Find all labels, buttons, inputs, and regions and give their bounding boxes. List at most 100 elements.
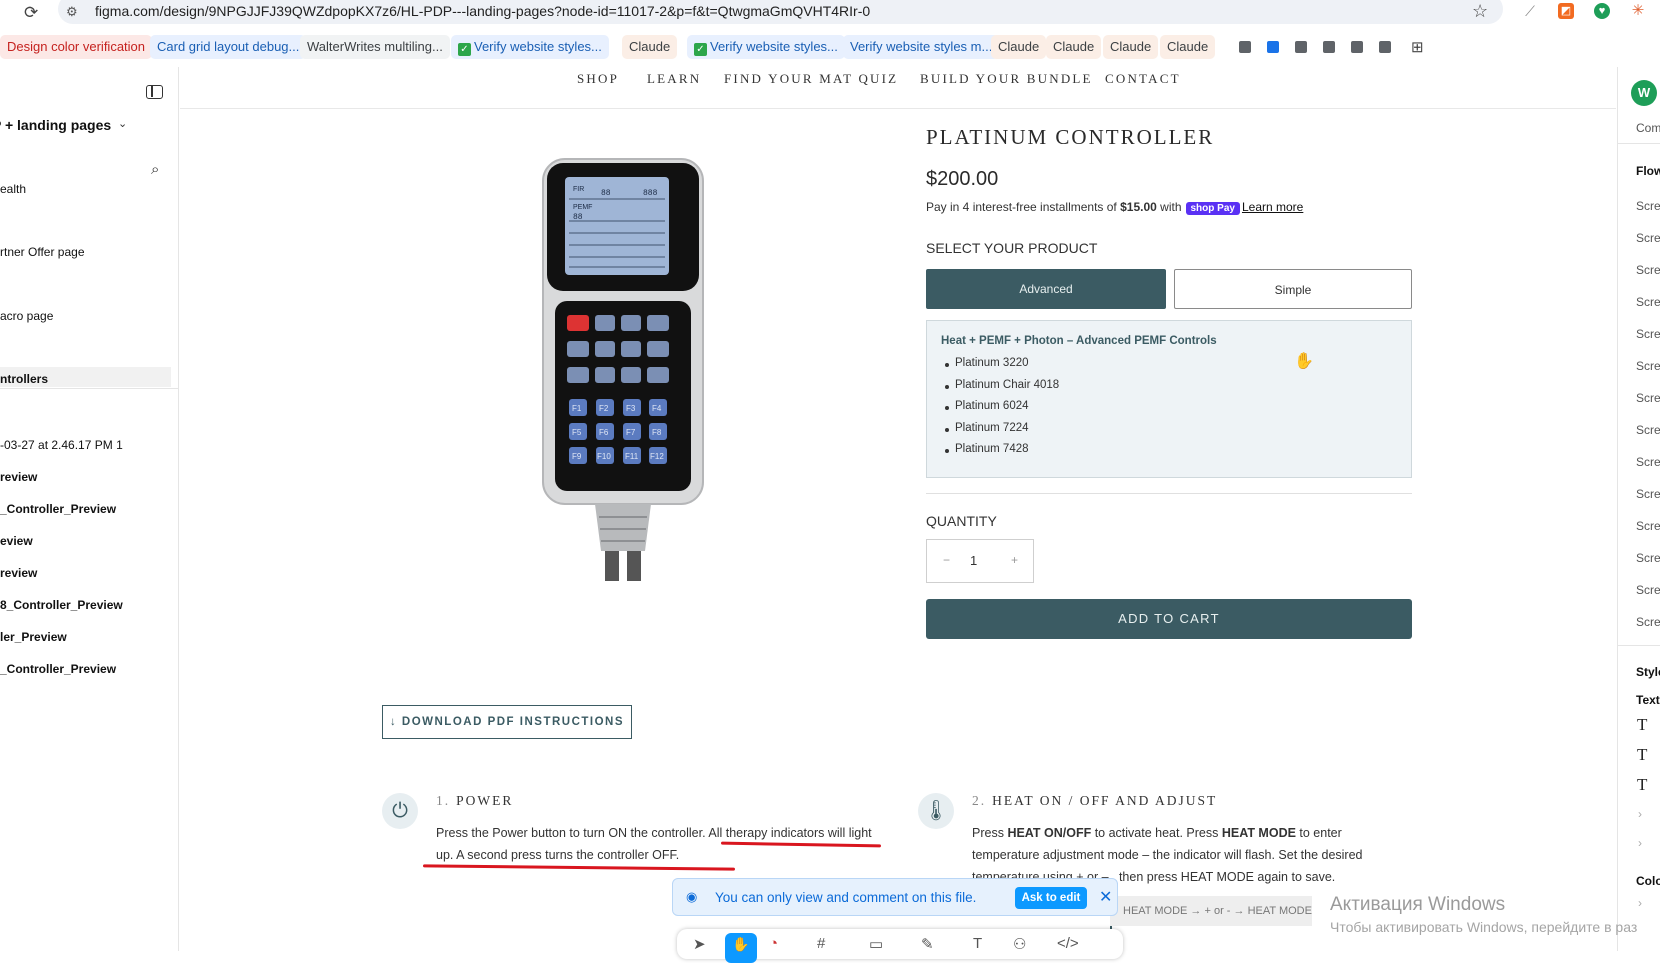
search-icon[interactable]: ⌕ xyxy=(151,161,159,178)
chevron-right-icon[interactable]: › xyxy=(1638,807,1642,821)
bookmark-item[interactable]: Claude xyxy=(1046,35,1102,59)
flow-screen-item[interactable]: Scre xyxy=(1636,583,1660,597)
flow-screen-item[interactable]: Scre xyxy=(1636,327,1660,341)
bookmark-item[interactable]: Claude xyxy=(1103,35,1159,59)
page-title[interactable]: P + landing pages xyxy=(0,117,111,133)
text-style-icon[interactable]: T xyxy=(1637,745,1647,765)
bookmark-item[interactable]: Verify website styles m... xyxy=(843,35,1000,59)
apps-grid-icon[interactable]: ⊞ xyxy=(1411,38,1424,56)
bookmark-item[interactable]: ✓ Verify website styles... xyxy=(687,35,845,59)
layer-item[interactable]: eview xyxy=(0,534,33,548)
svg-text:F8: F8 xyxy=(652,428,662,437)
flow-screen-item[interactable]: Scre xyxy=(1636,455,1660,469)
flow-screen-item[interactable]: Scre xyxy=(1636,551,1660,565)
hand-tool-icon[interactable]: ✋ xyxy=(725,933,757,963)
url-text[interactable]: figma.com/design/9NPGJJFJ39QWZdpopKX7z6/… xyxy=(95,3,870,19)
quantity-stepper[interactable]: − 1 + xyxy=(926,539,1034,583)
quantity-minus-button[interactable]: − xyxy=(943,553,950,567)
site-settings-icon[interactable]: ⚙ xyxy=(66,4,82,20)
learn-more-link[interactable]: Learn more xyxy=(1242,200,1303,214)
layer-item[interactable]: ntrollers xyxy=(0,372,48,386)
bookmark-icon[interactable] xyxy=(1379,41,1391,53)
bookmark-icon[interactable] xyxy=(1351,41,1363,53)
svg-text:F11: F11 xyxy=(625,452,639,461)
move-tool-icon[interactable]: ➤ xyxy=(693,935,706,953)
layer-item[interactable]: _Controller_Preview xyxy=(0,662,116,676)
option-advanced-button[interactable]: Advanced xyxy=(926,269,1166,309)
quantity-value[interactable]: 1 xyxy=(970,553,977,568)
add-to-cart-button[interactable]: ADD TO CART xyxy=(926,599,1412,639)
installments-with: with xyxy=(1160,200,1182,214)
quantity-plus-button[interactable]: + xyxy=(1011,553,1018,567)
flow-screen-item[interactable]: Scre xyxy=(1636,519,1660,533)
extension-icon[interactable]: ♥ xyxy=(1594,3,1610,19)
bookmark-item[interactable]: ✓ Verify website styles... xyxy=(451,35,609,59)
layer-item[interactable]: review xyxy=(0,470,37,484)
bookmark-icon[interactable] xyxy=(1323,41,1335,53)
dev-mode-icon[interactable]: </> xyxy=(1057,935,1079,952)
design-canvas[interactable]: SHOP LEARN FIND YOUR MAT QUIZ BUILD YOUR… xyxy=(180,67,1616,951)
extension-icon[interactable]: ⟋ xyxy=(1522,3,1538,19)
nav-contact[interactable]: CONTACT xyxy=(1105,71,1181,87)
flow-screen-item[interactable]: Scre xyxy=(1636,231,1660,245)
text-tool-icon[interactable]: T xyxy=(973,935,982,952)
extension-icon[interactable]: ◩ xyxy=(1558,3,1574,19)
nav-quiz[interactable]: FIND YOUR MAT QUIZ xyxy=(724,71,898,87)
layer-item[interactable]: acro page xyxy=(0,309,53,323)
flow-screen-item[interactable]: Scre xyxy=(1636,263,1660,277)
nav-learn[interactable]: LEARN xyxy=(647,71,701,87)
bookmark-item[interactable]: Design color verification xyxy=(0,35,153,59)
layer-item[interactable]: ealth xyxy=(0,182,26,196)
bookmark-item[interactable]: Claude xyxy=(991,35,1047,59)
installments-text: Pay in 4 interest-free installments of $… xyxy=(926,200,1303,215)
chevron-right-icon[interactable]: › xyxy=(1638,836,1642,850)
svg-text:888: 888 xyxy=(643,189,658,198)
flow-screen-item[interactable]: Scre xyxy=(1636,423,1660,437)
shape-tool-icon[interactable]: ▭ xyxy=(869,935,883,953)
reload-icon[interactable]: ⟳ xyxy=(24,3,42,22)
extension-icon[interactable]: ✳ xyxy=(1630,3,1646,19)
flow-screen-item[interactable]: Scre xyxy=(1636,615,1660,629)
bookmark-star-icon[interactable]: ☆ xyxy=(1472,1,1488,22)
properties-panel: W Com Flow Scre Scre Scre Scre Scre Scre Scre S… xyxy=(1617,67,1660,951)
chevron-right-icon[interactable]: › xyxy=(1638,896,1642,910)
site-nav: SHOP LEARN FIND YOUR MAT QUIZ BUILD YOUR… xyxy=(180,67,1616,109)
shop-pay-badge: shop Pay xyxy=(1185,202,1240,215)
layer-item[interactable]: 8_Controller_Preview xyxy=(0,598,123,612)
ask-to-edit-button[interactable]: Ask to edit xyxy=(1015,887,1087,909)
layer-item[interactable]: rtner Offer page xyxy=(0,245,85,259)
flow-screen-item[interactable]: Scre xyxy=(1636,295,1660,309)
download-pdf-button[interactable]: ↓ DOWNLOAD PDF INSTRUCTIONS xyxy=(382,705,632,739)
chevron-down-icon[interactable]: ⌄ xyxy=(118,117,127,130)
avatar[interactable]: W xyxy=(1631,80,1657,106)
sidebar-toggle-icon[interactable] xyxy=(146,85,163,99)
bookmark-label: Verify website styles m... xyxy=(850,39,993,54)
text-style-icon[interactable]: T xyxy=(1637,775,1647,795)
bookmark-icon[interactable] xyxy=(1267,41,1279,53)
flow-screen-item[interactable]: Scre xyxy=(1636,359,1660,373)
bookmark-icon[interactable] xyxy=(1239,41,1251,53)
frame-tool-icon[interactable]: # xyxy=(817,935,825,952)
flow-screen-item[interactable]: Scre xyxy=(1636,199,1660,213)
nav-shop[interactable]: SHOP xyxy=(577,71,619,87)
layer-item[interactable]: review xyxy=(0,566,37,580)
bookmark-item[interactable]: Claude xyxy=(1160,35,1216,59)
layer-item[interactable]: -03-27 at 2.46.17 PM 1 xyxy=(0,438,123,452)
close-icon[interactable]: ✕ xyxy=(1099,887,1112,907)
comment-tool-icon[interactable]: ◔ xyxy=(769,935,778,952)
bookmark-item[interactable]: Card grid layout debug... xyxy=(150,35,307,59)
bookmark-item[interactable]: Claude xyxy=(622,35,678,59)
flow-screen-item[interactable]: Scre xyxy=(1636,487,1660,501)
nav-bundle[interactable]: BUILD YOUR BUNDLE xyxy=(920,71,1093,87)
info-heading: Heat + PEMF + Photon – Advanced PEMF Con… xyxy=(941,335,1217,347)
layer-item[interactable]: _Controller_Preview xyxy=(0,502,116,516)
pen-tool-icon[interactable]: ✎ xyxy=(921,935,934,953)
comment-tab[interactable]: Com xyxy=(1636,121,1660,135)
bookmark-item[interactable]: WalterWrites multiling... xyxy=(300,35,450,59)
resources-tool-icon[interactable]: ⚇ xyxy=(1013,935,1026,953)
bookmark-icon[interactable] xyxy=(1295,41,1307,53)
flow-screen-item[interactable]: Scre xyxy=(1636,391,1660,405)
option-simple-button[interactable]: Simple xyxy=(1174,269,1412,309)
text-style-icon[interactable]: T xyxy=(1637,715,1647,735)
layer-item[interactable]: ler_Preview xyxy=(0,630,67,644)
